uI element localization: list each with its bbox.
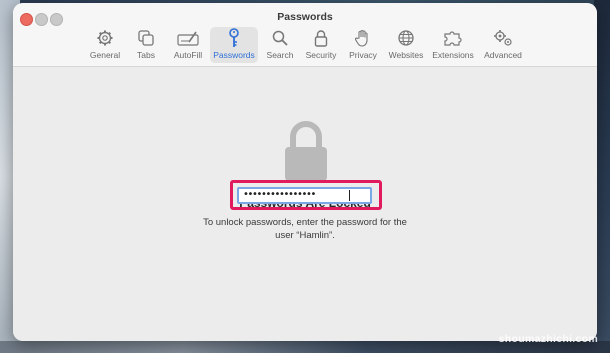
tab-label: General: [89, 50, 121, 60]
search-icon: [269, 27, 291, 49]
key-icon: [223, 27, 245, 49]
gear-icon: [94, 27, 116, 49]
globe-icon: [395, 27, 417, 49]
watermark: shoumazhichi.com: [498, 333, 598, 345]
tab-autofill[interactable]: AutoFill: [173, 27, 203, 63]
tab-label: Privacy: [349, 50, 377, 60]
tab-security[interactable]: Security: [304, 27, 338, 63]
tab-label: Search: [266, 50, 294, 60]
text-caret: [349, 190, 350, 201]
tab-passwords[interactable]: Passwords: [210, 27, 258, 63]
autofill-icon: [177, 27, 199, 49]
tab-label: AutoFill: [173, 50, 203, 60]
large-lock-icon: [282, 119, 330, 188]
hand-icon: [352, 27, 374, 49]
tab-label: Security: [305, 50, 337, 60]
tab-tabs[interactable]: Tabs: [134, 27, 158, 63]
tabs-icon: [135, 27, 157, 49]
preferences-toolbar: Passwords General Tabs AutoFill Password…: [13, 3, 597, 67]
puzzle-icon: [442, 27, 464, 49]
tab-extensions[interactable]: Extensions: [431, 27, 475, 63]
tab-label: Extensions: [432, 50, 474, 60]
gears-icon: [492, 27, 514, 49]
tab-general[interactable]: General: [90, 27, 120, 63]
tab-label: Advanced: [484, 50, 522, 60]
window-title: Passwords: [277, 11, 333, 23]
preferences-window: Passwords General Tabs AutoFill Password…: [13, 3, 597, 341]
locked-message: To unlock passwords, enter the password …: [203, 217, 407, 241]
tab-label: Passwords: [213, 50, 255, 60]
tab-label: Tabs: [137, 50, 155, 60]
tab-advanced[interactable]: Advanced: [483, 27, 523, 63]
tab-search[interactable]: Search: [266, 27, 294, 63]
tab-websites[interactable]: Websites: [388, 27, 424, 63]
password-field[interactable]: ••••••••••••••••: [237, 187, 372, 204]
lock-icon: [310, 27, 332, 49]
tab-privacy[interactable]: Privacy: [348, 27, 378, 63]
tab-label: Websites: [388, 50, 424, 60]
